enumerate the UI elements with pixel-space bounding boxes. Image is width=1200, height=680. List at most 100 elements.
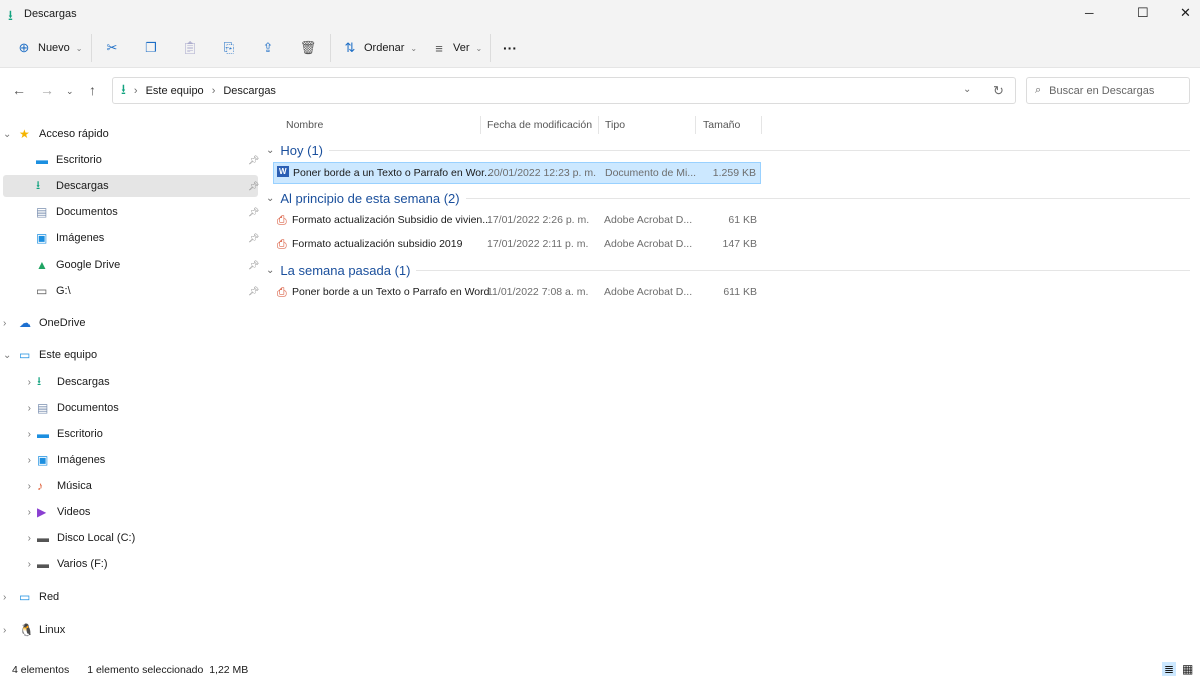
delete-button[interactable]: 🗑︎ (299, 36, 317, 60)
folder-icon: 🐧 (19, 623, 34, 637)
file-row[interactable]: W Poner borde a un Texto o Parrafo en Wor… (273, 162, 761, 184)
sidebar-item[interactable]: › ▬ Varios (F:) (3, 553, 258, 575)
recent-dropdown[interactable]: ⌄ (66, 86, 74, 97)
new-button[interactable]: ⊕ Nuevo ⌄ (16, 36, 83, 60)
expander-icon[interactable]: › (3, 318, 13, 329)
sidebar-item[interactable]: › ☁ OneDrive (3, 312, 258, 334)
share-button[interactable]: ⇪ (260, 36, 276, 60)
paste-icon: 📋︎ (181, 40, 199, 55)
column-header-date[interactable]: Fecha de modificación (482, 116, 599, 134)
sidebar-item[interactable]: ⌄ ▭ Este equipo (3, 344, 258, 366)
window-title: Descargas (24, 8, 77, 20)
copy-button[interactable]: ❐ (143, 36, 159, 60)
expander-icon[interactable]: › (3, 559, 31, 570)
column-header-size[interactable]: Tamaño (698, 116, 762, 134)
expander-icon[interactable]: › (3, 625, 13, 636)
expander-icon[interactable]: › (3, 429, 31, 440)
sidebar-item[interactable]: › ▬ Disco Local (C:) (3, 527, 258, 549)
folder-icon: ⭳ (36, 177, 41, 192)
expander-icon[interactable]: › (3, 592, 13, 603)
trash-icon: 🗑︎ (299, 40, 317, 55)
more-button[interactable]: ··· (503, 36, 517, 60)
chevron-down-icon[interactable]: ⌄ (963, 84, 971, 95)
item-count: 4 elementos (12, 664, 70, 676)
pin-icon: 📌︎ (248, 180, 260, 191)
file-type: Adobe Acrobat D... (604, 238, 693, 250)
sidebar-item-label: Música (57, 480, 92, 492)
details-view-button[interactable]: ≣ (1162, 662, 1177, 676)
refresh-button[interactable]: ↻ (993, 83, 1004, 99)
breadcrumb-item[interactable]: Este equipo (146, 85, 204, 97)
chevron-down-icon: ⌄ (266, 192, 275, 204)
folder-icon: ▬ (37, 557, 49, 571)
folder-icon: ▬ (36, 153, 48, 167)
group-header[interactable]: ⌄ Al principio de esta semana (2) (266, 188, 1200, 208)
sidebar-item[interactable]: › ▭ Red (3, 586, 258, 608)
plus-circle-icon: ⊕ (18, 40, 30, 55)
sidebar-item[interactable]: ▬ Escritorio 📌︎ (3, 149, 259, 171)
sidebar-item-label: G:\ (56, 285, 71, 297)
paste-button[interactable]: 📋︎ (181, 36, 199, 60)
search-input[interactable]: ⌕ Buscar en Descargas (1026, 77, 1190, 104)
expander-icon[interactable]: › (3, 455, 31, 466)
expander-icon[interactable]: ⌄ (3, 350, 13, 361)
sidebar-item[interactable]: ▣ Imágenes 📌︎ (3, 227, 259, 249)
sidebar-item[interactable]: › ▤ Documentos (3, 397, 258, 419)
chevron-down-icon: ⌄ (266, 144, 275, 156)
view-button[interactable]: ≡ Ver ⌄ (431, 36, 482, 60)
folder-icon: ▲ (36, 258, 48, 272)
up-button[interactable]: ↑ (89, 82, 96, 98)
column-header-name[interactable]: Nombre (281, 116, 481, 134)
sidebar-item[interactable]: › ♪ Música (3, 475, 258, 497)
maximize-button[interactable]: ☐ (1137, 5, 1149, 21)
group-label: Al principio de esta semana (2) (280, 190, 460, 206)
sidebar-item-label: Escritorio (56, 154, 102, 166)
sort-label: Ordenar (364, 42, 405, 54)
sidebar-item[interactable]: ▤ Documentos 📌︎ (3, 201, 259, 223)
expander-icon[interactable]: ⌄ (3, 129, 13, 140)
folder-icon: ⭳ (37, 373, 42, 388)
sidebar-item[interactable]: ⌄ ★ Acceso rápido (3, 123, 258, 145)
file-date: 11/01/2022 7:08 a. m. (487, 286, 589, 298)
folder-icon: ▤ (37, 401, 49, 415)
column-header-type[interactable]: Tipo (600, 116, 696, 134)
group-header[interactable]: ⌄ La semana pasada (1) (266, 260, 1200, 280)
tiles-view-button[interactable]: ▦ (1182, 662, 1193, 676)
list-icon: ≡ (435, 40, 443, 56)
address-bar[interactable]: ⭳ › Este equipo › Descargas ⌄ ↻ (112, 77, 1016, 104)
minimize-button[interactable]: ─ (1085, 6, 1094, 20)
back-button[interactable]: ← (12, 82, 26, 98)
sidebar-item[interactable]: › 🐧 Linux (3, 619, 258, 641)
command-bar: ⊕ Nuevo ⌄ ✂ ❐ 📋︎ ⎘ ⇪ 🗑︎ ⇅ Ordenar ⌄ ≡ Ver ⌄ ··… (0, 28, 1200, 68)
sidebar-item[interactable]: ▭ G:\ 📌︎ (3, 280, 259, 302)
sidebar-item[interactable]: › ▣ Imágenes (3, 449, 258, 471)
sidebar-item[interactable]: › ▶ Videos (3, 501, 258, 523)
breadcrumb-item[interactable]: Descargas (223, 85, 276, 97)
sidebar-item-label: OneDrive (39, 317, 86, 329)
expander-icon[interactable]: › (3, 533, 31, 544)
file-size: 611 KB (723, 286, 757, 298)
sidebar-item-label: Google Drive (56, 259, 121, 271)
sidebar-item-label: Descargas (56, 180, 109, 192)
sidebar-item[interactable]: › ▬ Escritorio (3, 423, 258, 445)
group-header[interactable]: ⌄ Hoy (1) (266, 140, 1200, 160)
sidebar-item[interactable]: ⭳ Descargas 📌︎ (3, 175, 260, 197)
close-button[interactable]: ✕ (1180, 5, 1191, 21)
pdf-icon: ⎙ (277, 285, 287, 299)
expander-icon[interactable]: › (3, 403, 31, 414)
file-row[interactable]: ⎙ Formato actualización subsidio 2019 17/0… (273, 234, 761, 256)
file-row[interactable]: ⎙ Poner borde a un Texto o Parrafo en Wor… (273, 282, 761, 304)
file-row[interactable]: ⎙ Formato actualización Subsidio de vivie… (273, 210, 761, 232)
forward-button[interactable]: → (40, 82, 54, 98)
sidebar-item[interactable]: › ⭳ Descargas (3, 371, 258, 393)
sidebar-item[interactable]: ▲ Google Drive 📌︎ (3, 254, 259, 276)
expander-icon[interactable]: › (3, 507, 31, 518)
rename-button[interactable]: ⎘ (221, 36, 237, 60)
download-icon: ⭳ (121, 80, 126, 97)
sort-button[interactable]: ⇅ Ordenar ⌄ (342, 36, 418, 60)
expander-icon[interactable]: › (3, 481, 31, 492)
sidebar-item-label: Descargas (57, 376, 110, 388)
cut-button[interactable]: ✂ (104, 36, 120, 60)
expander-icon[interactable]: › (3, 377, 31, 388)
sidebar-item-label: Videos (57, 506, 91, 518)
